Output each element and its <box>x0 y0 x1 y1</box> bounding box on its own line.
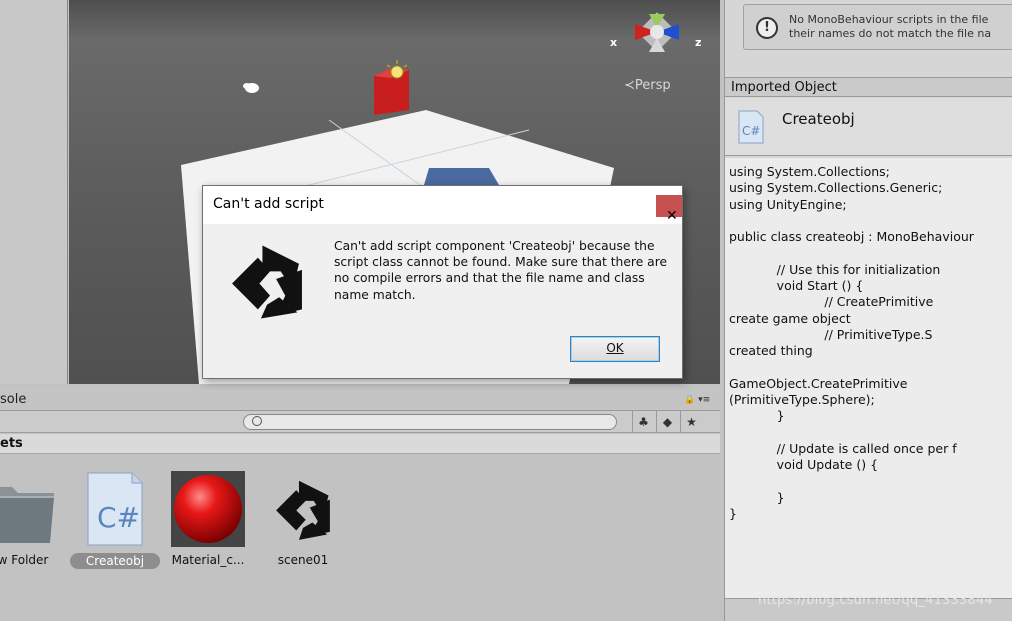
asset-label: scene01 <box>277 553 329 567</box>
inspector-panel: ! No MonoBehaviour scripts in the file t… <box>724 0 1012 621</box>
help-text-line: No MonoBehaviour scripts in the file <box>789 13 989 26</box>
asset-label: Material_c... <box>171 553 245 567</box>
search-input[interactable] <box>243 414 617 430</box>
filter-by-label-icon[interactable]: ◆ <box>656 411 678 432</box>
material-sphere-icon <box>171 471 245 547</box>
asset-grid: w Folder C# Createobj Material_c... scen… <box>0 455 720 621</box>
info-icon: ! <box>756 17 778 39</box>
search-icon <box>252 416 262 426</box>
close-button[interactable]: ✕ <box>656 195 682 224</box>
blue-object <box>424 168 499 185</box>
panel-menu-icon[interactable]: 🔒 ▾≡ <box>684 395 710 405</box>
imported-object-title: Imported Object <box>731 80 837 95</box>
csharp-script-icon: C# <box>87 472 143 546</box>
svg-text:C#: C# <box>742 124 760 138</box>
asset-label: w Folder <box>0 553 49 567</box>
assets-breadcrumb: ets <box>0 434 720 454</box>
script-preview: using System.Collections; using System.C… <box>725 158 1012 598</box>
help-text-line: their names do not match the file na <box>789 27 992 40</box>
asset-item-material[interactable]: Material_c... <box>163 469 253 567</box>
csharp-script-icon: C# <box>738 110 764 144</box>
gizmo-x-label: x <box>610 36 618 49</box>
watermark-text: https://blog.csdn.net/qq_41333844 <box>758 593 993 608</box>
assets-header-label: ets <box>0 436 23 451</box>
light-icon[interactable] <box>390 65 404 79</box>
help-text: No MonoBehaviour scripts in the file the… <box>789 13 991 41</box>
ok-button-label: OK <box>606 341 624 355</box>
projection-toggle[interactable]: ≺Persp <box>624 78 671 93</box>
asset-item-folder[interactable]: w Folder <box>0 469 68 567</box>
hierarchy-panel-edge <box>0 0 68 384</box>
cant-add-script-dialog: Can't add script ✕ Can't add script comp… <box>202 185 683 379</box>
dialog-message: Can't add script component 'Createobj' b… <box>334 239 668 302</box>
object-name: Createobj <box>782 110 855 128</box>
dialog-title-bar: Can't add script ✕ <box>203 186 682 224</box>
project-toolbar: ♣ ◆ ★ <box>0 411 720 433</box>
console-tab-bar: sole 🔒 ▾≡ <box>0 389 720 411</box>
asset-label: Createobj <box>70 553 160 569</box>
asset-item-createobj[interactable]: C# Createobj <box>70 469 160 569</box>
console-tab[interactable]: sole <box>0 392 26 407</box>
object-header-row: C# Createobj <box>725 98 1012 156</box>
script-code: using System.Collections; using System.C… <box>729 164 974 522</box>
ok-button[interactable]: OK <box>570 336 660 362</box>
svg-text:C#: C# <box>97 501 140 534</box>
asset-item-scene01[interactable]: scene01 <box>258 469 348 567</box>
imported-object-header: Imported Object <box>725 77 1012 97</box>
folder-icon <box>0 487 54 543</box>
orientation-gizmo[interactable] <box>635 12 679 52</box>
dialog-title: Can't add script <box>213 196 324 212</box>
unity-logo-icon <box>232 245 302 319</box>
warning-help-box: ! No MonoBehaviour scripts in the file t… <box>743 4 1012 50</box>
gizmo-z-label: z <box>695 36 702 49</box>
unity-scene-icon <box>276 480 330 540</box>
filter-by-type-icon[interactable]: ♣ <box>632 411 654 432</box>
close-icon: ✕ <box>666 208 678 224</box>
favorites-star-icon[interactable]: ★ <box>680 411 702 432</box>
